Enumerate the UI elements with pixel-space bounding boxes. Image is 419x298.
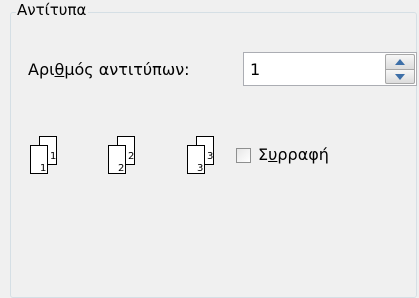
arrow-up-icon bbox=[395, 59, 405, 65]
collate-label-suffix: ρραφή bbox=[277, 145, 329, 164]
collate-label-prefix: Σ bbox=[258, 145, 269, 164]
back-page-number: 2 bbox=[128, 151, 135, 162]
copies-label-access-key: θ bbox=[54, 60, 65, 79]
collate-checkbox[interactable] bbox=[236, 148, 251, 163]
front-page-number: 3 bbox=[197, 163, 204, 174]
copies-label-prefix: Αρι bbox=[28, 60, 55, 79]
copies-label-suffix: μός αντιτύπων: bbox=[64, 60, 190, 79]
number-of-copies-label: Αριθμός αντιτύπων: bbox=[28, 60, 190, 80]
collate-label-access-key: υ bbox=[268, 145, 278, 164]
front-page-number: 2 bbox=[118, 163, 125, 174]
increment-button[interactable] bbox=[385, 54, 415, 69]
decrement-button[interactable] bbox=[385, 69, 415, 84]
number-of-copies-input[interactable] bbox=[250, 59, 380, 79]
spin-buttons bbox=[385, 54, 415, 84]
number-of-copies-spinbox[interactable] bbox=[243, 52, 417, 86]
groupbox-title: Αντίτυπα bbox=[16, 1, 89, 19]
back-page-number: 1 bbox=[50, 151, 57, 162]
arrow-down-icon bbox=[395, 73, 405, 80]
collate-label[interactable]: Συρραφή bbox=[258, 145, 329, 165]
front-page-number: 1 bbox=[40, 163, 47, 174]
back-page-number: 3 bbox=[207, 151, 214, 162]
